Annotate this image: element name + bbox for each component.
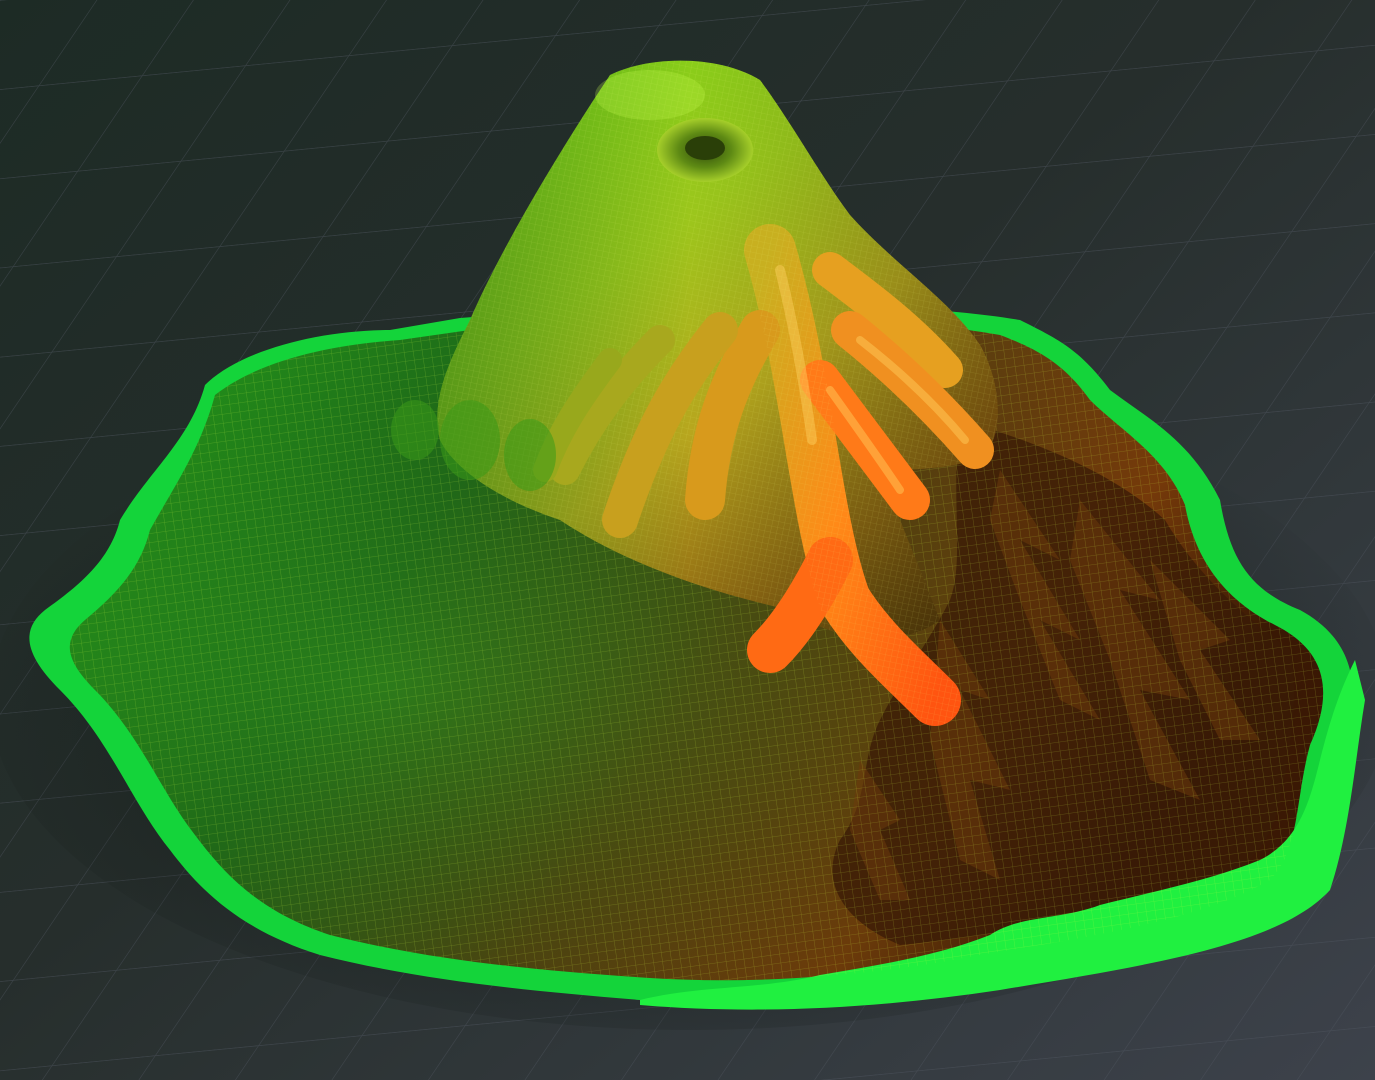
3d-viewport[interactable] [0, 0, 1375, 1080]
volcano-render [0, 0, 1375, 1080]
peak-highlight [595, 70, 705, 120]
crater-vent [685, 136, 725, 160]
